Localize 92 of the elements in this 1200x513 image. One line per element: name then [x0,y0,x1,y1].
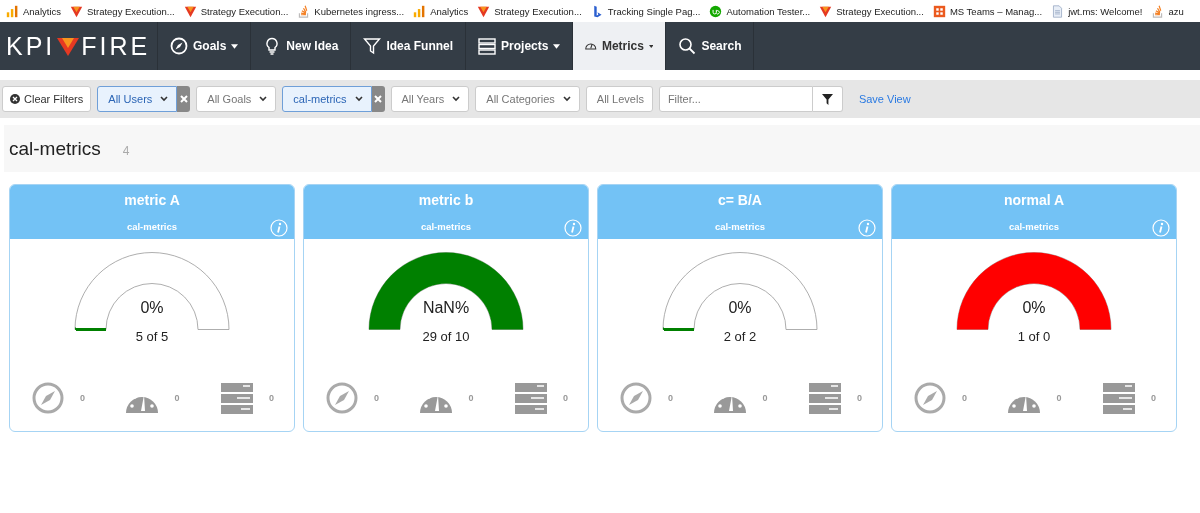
nav-tab[interactable]: Idea Funnel [351,22,467,70]
stat-count: 0 [468,393,474,403]
bookmark-link[interactable]: Kubernetes ingress... [297,4,405,18]
stack-icon [1151,4,1165,18]
info-icon[interactable] [270,219,288,237]
server-stack-icon[interactable] [512,381,549,415]
card-subtitle: cal-metrics [1008,221,1060,232]
compass-icon[interactable] [324,381,360,415]
card-subtitle: cal-metrics [714,221,766,232]
filter-dropdown[interactable]: All Categories [475,86,580,112]
stat-count: 0 [856,393,862,403]
info-icon[interactable] [858,219,876,237]
kpifire-logo[interactable]: KPI FIRE [0,22,158,70]
close-icon [374,95,382,103]
count-label: 2 of 2 [723,329,757,344]
bookmark-link[interactable]: Automation Tester... [709,4,811,18]
stat-count: 0 [962,393,967,403]
bookmark-link[interactable]: Tracking Single Pag... [590,4,701,18]
grid-logo-icon [932,4,946,18]
server-stack-icon[interactable] [806,381,843,415]
filter-button[interactable]: All Levels [585,86,653,112]
stat-count: 0 [562,393,568,403]
stat-count: 0 [1150,393,1156,403]
stat-count: 0 [174,393,180,403]
filter-dropdown[interactable]: cal-metrics [282,86,372,112]
filter-dropdown[interactable]: All Goals [196,86,277,112]
compass-icon[interactable] [30,381,66,415]
stat-count: 0 [268,393,274,403]
gauge-percent: 0% [728,299,752,317]
clear-filters-button[interactable]: Clear Filters [2,86,92,112]
bookmark-link[interactable]: Analytics [413,4,469,18]
chevron-icon [452,96,461,102]
stat-count: 0 [762,393,768,403]
compass-icon[interactable] [618,381,654,415]
chevron-icon [160,96,169,102]
bar-chart-icon [6,4,19,18]
bookmark-link[interactable]: Strategy Execution... [183,4,289,18]
info-icon[interactable] [1152,219,1170,237]
card-title: metric b [418,192,474,208]
close-icon [179,95,188,103]
chevron-icon [259,96,268,102]
bookmark-link[interactable]: Strategy Execution... [477,4,582,18]
nav-tab[interactable]: New Idea [251,22,352,70]
bookmark-link[interactable]: Strategy Execution... [819,4,924,18]
stat-count: 0 [668,393,673,403]
card-title: metric A [124,192,180,208]
server-stack-icon [478,37,497,55]
nav-tab[interactable]: Search [666,22,755,70]
group-title: cal-metrics [9,137,101,160]
server-stack-icon[interactable] [1100,381,1137,415]
nav-tab[interactable]: Metrics [573,22,667,70]
clear-icon [10,94,20,104]
filter-dropdown[interactable]: All Years [390,86,470,112]
stat-count: 0 [1056,393,1062,403]
bookmark-link[interactable]: jwt.ms: Welcome! [1051,4,1143,18]
bookmark-link[interactable]: Strategy Execution... [70,4,175,18]
stat-count: 0 [80,393,85,403]
compass-icon[interactable] [912,381,948,415]
filter-dropdown[interactable]: All Users [97,86,178,112]
bookmark-link[interactable]: azu [1151,4,1184,18]
gauge-percent: NaN% [422,299,470,317]
funnel-icon [821,93,833,105]
save-view-link[interactable]: Save View [858,93,911,105]
server-stack-icon[interactable] [218,381,255,415]
gauge-icon [585,40,597,52]
card-subtitle: cal-metrics [126,221,178,232]
compass-icon [170,37,188,55]
filter-button[interactable] [812,86,843,112]
stack-icon [297,4,311,18]
circle-logo-icon [709,4,723,18]
card-subtitle: cal-metrics [420,221,472,232]
clear-filter-button[interactable] [177,86,191,112]
nav-tab[interactable]: Goals [158,22,252,70]
filter-field[interactable]: Filter... [658,86,813,112]
gauge-percent: 0% [1022,299,1046,317]
card-title: c= B/A [718,192,762,208]
funnel-icon [363,37,382,55]
search-icon [678,37,697,55]
count-label: 5 of 5 [135,329,169,344]
chevron-icon [562,96,571,102]
gauge-percent: 0% [140,299,164,317]
card-title: normal A [1003,192,1065,208]
document-icon [1051,4,1065,18]
bar-chart-icon [413,4,427,18]
info-icon[interactable] [564,219,582,237]
count-label: 29 of 10 [422,329,470,344]
stat-count: 0 [374,393,379,403]
count-label: 1 of 0 [1017,329,1051,344]
group-count: 4 [122,143,130,158]
bookmark-link[interactable]: MS Teams – Manag... [932,4,1043,18]
bookmark-link[interactable]: Analytics [6,4,61,18]
chevron-icon [354,96,363,102]
